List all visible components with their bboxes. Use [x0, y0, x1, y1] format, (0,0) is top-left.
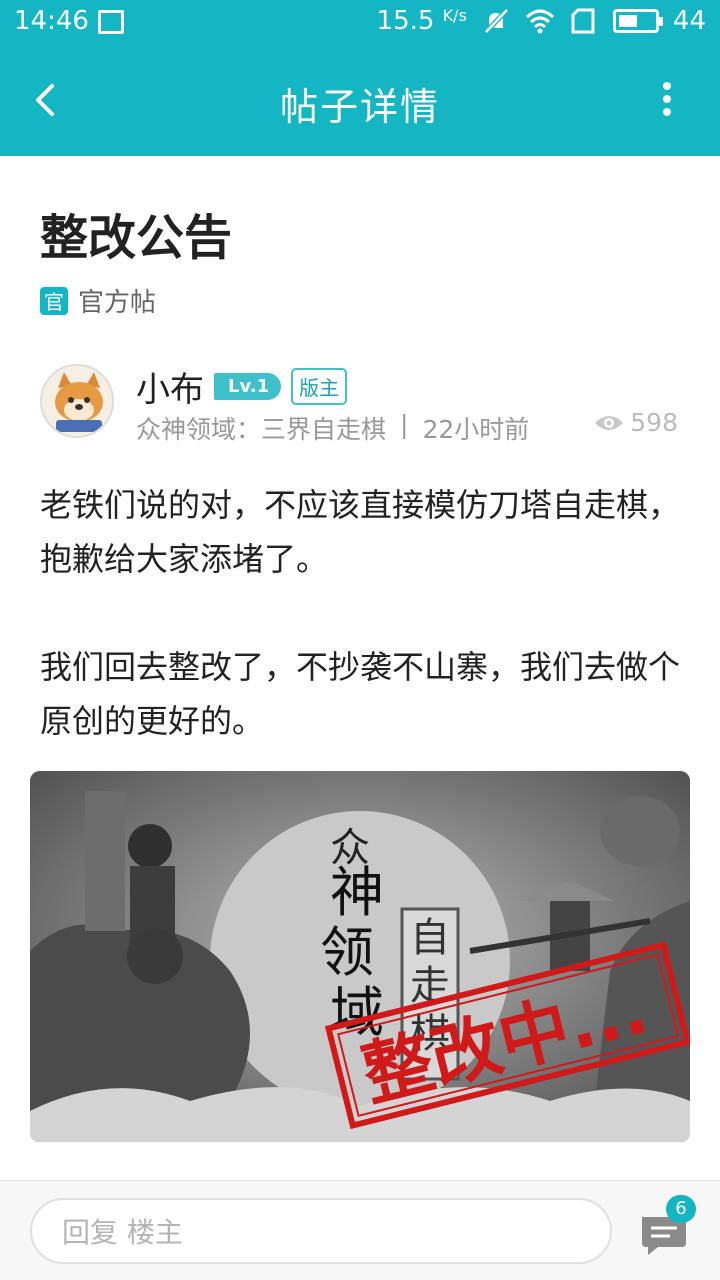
status-time: 14:46	[14, 6, 89, 36]
post-image[interactable]: 众 神 领 域 自 走 棋 整改中...	[30, 771, 690, 1142]
post-meta: 众神领域：三界自走棋 | 22小时前	[136, 410, 529, 446]
image-logo-char: 领	[320, 921, 374, 984]
view-count-value: 598	[630, 408, 678, 437]
svg-text:自: 自	[410, 915, 450, 961]
meta-separator: |	[400, 410, 409, 439]
avatar[interactable]	[40, 364, 114, 438]
eye-icon	[595, 415, 624, 430]
official-label: 官方帖	[78, 288, 157, 318]
author-name[interactable]: 小布	[136, 362, 204, 411]
network-speed: 15.5 K/s	[376, 6, 467, 36]
sim-card-icon	[571, 8, 595, 34]
mute-icon	[484, 8, 509, 34]
reply-input[interactable]: 回复 楼主	[30, 1198, 612, 1264]
reply-bar: 回复 楼主 6	[0, 1180, 720, 1280]
image-notification-icon	[98, 10, 124, 34]
post-time: 22小时前	[422, 415, 530, 444]
post-title: 整改公告	[40, 210, 233, 266]
image-logo-char: 神	[330, 861, 384, 924]
official-post-tag: 官 官方帖	[40, 282, 156, 319]
comment-count-badge: 6	[666, 1195, 696, 1223]
battery-icon	[612, 9, 663, 33]
post-paragraph: 老铁们说的对，不应该直接模仿刀塔自走棋，抱歉给大家添堵了。	[40, 486, 681, 578]
level-badge: Lv.1	[214, 373, 282, 400]
post-paragraph: 我们回去整改了，不抄袭不山寨，我们去做个原创的更好的。	[40, 648, 681, 740]
official-badge-icon: 官	[40, 286, 68, 315]
post-body: 老铁们说的对，不应该直接模仿刀塔自走棋，抱歉给大家添堵了。 我们回去整改了，不抄…	[40, 478, 680, 748]
wifi-icon	[525, 9, 554, 34]
moderator-badge: 版主	[291, 368, 348, 405]
status-bar: 14:46 15.5 K/s 44	[0, 0, 720, 46]
author-info: 小布 Lv.1 版主	[136, 362, 348, 411]
app-bar: 帖子详情	[0, 46, 720, 156]
forum-name[interactable]: 众神领域：三界自走棋	[136, 410, 386, 446]
battery-level: 44	[672, 6, 706, 36]
more-options-icon[interactable]	[652, 82, 682, 122]
view-count: 598	[594, 408, 678, 437]
page-title: 帖子详情	[279, 85, 440, 129]
